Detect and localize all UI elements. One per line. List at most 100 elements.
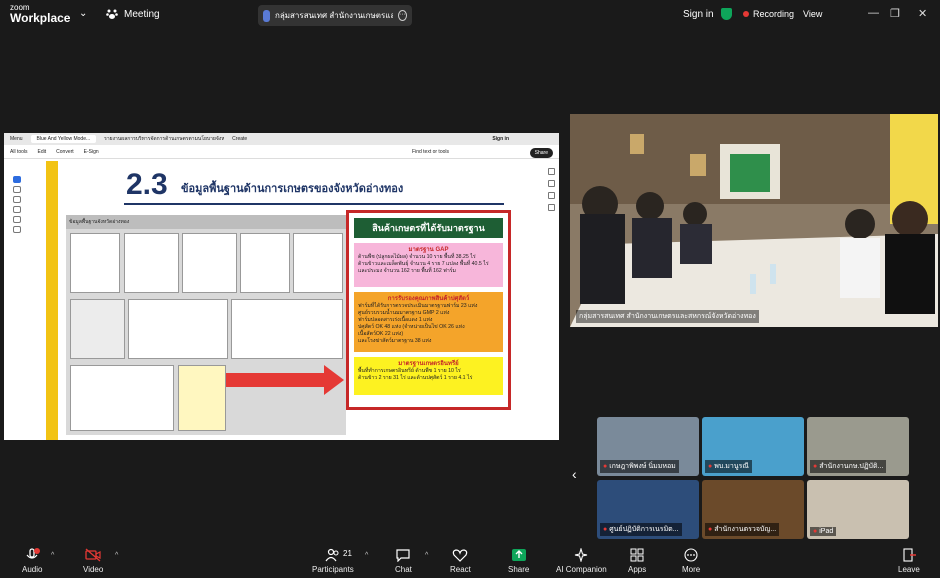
text-tool-icon[interactable]: [13, 216, 21, 223]
pdf-left-rail: [10, 173, 24, 273]
pdf-menu[interactable]: Menu: [10, 136, 23, 142]
leave-icon: [903, 548, 916, 562]
pdf-tab-2[interactable]: รายงานผลการบริหารจัดการด้านเกษตรตามนโยบา…: [104, 135, 224, 143]
meeting-title-pill[interactable]: กลุ่มสารสนเทศ สำนักงานเกษตรและสหกรณ์จังห…: [258, 5, 412, 26]
panel-title: สินค้าเกษตรที่ได้รับมาตรฐาน: [354, 218, 503, 238]
top-bar: zoom Workplace ⌄ Meeting กลุ่มสารสนเทศ ส…: [0, 0, 940, 30]
info-table: [70, 365, 174, 431]
more-label: More: [682, 565, 701, 574]
video-tile[interactable]: ● สำนักงานตรวจบัญ...: [702, 480, 804, 539]
organic-card: มาตรฐานเกษตรอินทรีย์ พื้นที่ทำการเกษตรอิ…: [354, 357, 503, 395]
audio-button[interactable]: Audio: [22, 548, 42, 574]
share-button[interactable]: Share: [508, 548, 529, 574]
video-button[interactable]: Video: [83, 548, 103, 574]
participant-label: iPad: [819, 528, 834, 535]
video-tile[interactable]: ● เกษฎาพิพงษ์ นิ่มมหอม: [597, 417, 699, 476]
participant-name: ● พบ.มานูรณี: [705, 460, 752, 473]
pdf-toolbar: All tools Edit Convert E-Sign Find text …: [4, 145, 559, 159]
organic-line: ด้านข้าว 2 ราย 31 ไร่ และด้านปศุสัตว์ 1 …: [358, 375, 473, 382]
infographic-title: ข้อมูลพื้นฐานจังหวัดอ่างทอง: [66, 215, 346, 229]
pdf-tab-bar: Menu Blue And Yellow Mode... รายงานผลการ…: [4, 133, 559, 145]
livestock-line: และโรงฆ่าสัตว์มาตรฐาน 38 แห่ง: [358, 338, 432, 345]
restore-icon[interactable]: ❐: [890, 7, 900, 20]
comment-tool-icon[interactable]: [13, 186, 21, 193]
video-tile[interactable]: ● iPad: [807, 480, 909, 539]
ai-companion-button[interactable]: AI Companion: [556, 548, 607, 574]
close-icon[interactable]: ✕: [918, 7, 927, 20]
main-video-label: กลุ่มสารสนเทศ สำนักงานเกษตรและสหกรณ์จังห…: [576, 310, 759, 323]
pdf-right-rail: [545, 163, 557, 216]
minimize-icon[interactable]: —: [868, 7, 879, 19]
leave-button[interactable]: Leave: [898, 548, 920, 574]
chat-button[interactable]: Chat: [395, 548, 412, 574]
find-input[interactable]: Find text or tools: [412, 149, 449, 155]
view-button[interactable]: View: [803, 9, 822, 19]
audio-label: Audio: [22, 565, 43, 574]
chevron-left-icon[interactable]: ‹: [572, 466, 577, 482]
security-shield-icon[interactable]: [721, 8, 732, 20]
page-icon[interactable]: [547, 168, 555, 175]
copy-icon[interactable]: [547, 204, 555, 211]
more-button[interactable]: More: [682, 548, 700, 574]
people-icon: [325, 548, 339, 562]
participant-name: ● ศูนย์ปฏิบัติการเนรมิต...: [600, 523, 682, 536]
share-label: Share: [508, 565, 530, 574]
video-tile[interactable]: ● พบ.มานูรณี: [702, 417, 804, 476]
create-button[interactable]: Create: [232, 136, 247, 142]
info-block: [293, 233, 343, 293]
info-block: [182, 233, 237, 293]
chevron-up-icon[interactable]: ^: [365, 552, 368, 559]
mic-muted-icon: ●: [603, 526, 608, 533]
edit-tool[interactable]: Edit: [38, 149, 47, 155]
main-video-tile[interactable]: กลุ่มสารสนเทศ สำนักงานเกษตรและสหกรณ์จังห…: [570, 114, 938, 327]
export-icon[interactable]: [547, 192, 555, 199]
gap-card: มาตรฐาน GAP ด้านพืช (ปลูกผลไม้ผล) จำนวน …: [354, 243, 503, 287]
recording-indicator[interactable]: Recording: [743, 9, 794, 19]
meeting-toolbar: Audio ^ Video ^ Participants 21 ^ Chat ^…: [0, 540, 940, 578]
convert-tool[interactable]: Convert: [56, 149, 74, 155]
chevron-up-icon[interactable]: ^: [425, 552, 428, 559]
comment-icon[interactable]: [547, 180, 555, 187]
info-block: [70, 233, 120, 293]
participants-label: Participants: [312, 565, 354, 574]
participant-label: สำนักงานตรวจบัญ...: [714, 526, 777, 533]
pdf-sign-in[interactable]: Sign in: [492, 136, 509, 142]
pdf-share-button[interactable]: Share: [529, 148, 553, 158]
esign-tool[interactable]: E-Sign: [84, 149, 99, 155]
cursor-tool-icon[interactable]: [13, 176, 21, 183]
apps-icon: [630, 548, 644, 562]
video-tile[interactable]: ● สำนักงานกษ.ปฏิบัติ...: [807, 417, 909, 476]
participant-label: พบ.มานูรณี: [714, 463, 749, 470]
all-tools[interactable]: All tools: [10, 149, 28, 155]
mic-muted-icon: ●: [603, 463, 608, 470]
chevron-up-icon[interactable]: ^: [51, 552, 54, 559]
apps-label: Apps: [628, 565, 647, 574]
pdf-tab-active[interactable]: Blue And Yellow Mode...: [30, 135, 97, 143]
info-block: [70, 299, 125, 359]
sign-in-link[interactable]: Sign in: [683, 9, 714, 20]
shared-screen: Menu Blue And Yellow Mode... รายงานผลการ…: [4, 133, 559, 440]
chat-icon: [396, 549, 411, 562]
participant-label: สำนักงานกษ.ปฏิบัติ...: [819, 463, 884, 470]
draw-tool-icon[interactable]: [13, 206, 21, 213]
arrow-body: [226, 373, 326, 387]
participant-name: ● iPad: [810, 527, 837, 536]
info-block: [124, 233, 179, 293]
meeting-menu[interactable]: Meeting: [106, 8, 160, 20]
apps-button[interactable]: Apps: [628, 548, 646, 574]
recording-label: Recording: [753, 9, 795, 19]
info-table: [128, 299, 228, 359]
title-underline: [124, 203, 504, 205]
logo-subtext: Workplace: [10, 11, 71, 25]
react-button[interactable]: React: [450, 548, 471, 574]
video-tile[interactable]: ● ศูนย์ปฏิบัติการเนรมิต...: [597, 480, 699, 539]
pen-tool-icon[interactable]: [13, 196, 21, 203]
more-options-icon[interactable]: ···: [398, 10, 407, 21]
chevron-up-icon[interactable]: ^: [115, 552, 118, 559]
slide-number: 2.3: [126, 168, 168, 201]
chevron-down-icon[interactable]: ⌄: [79, 8, 87, 19]
sparkle-icon: [575, 548, 588, 562]
heart-icon: [453, 549, 468, 562]
info-block: [240, 233, 290, 293]
stamp-tool-icon[interactable]: [13, 226, 21, 233]
